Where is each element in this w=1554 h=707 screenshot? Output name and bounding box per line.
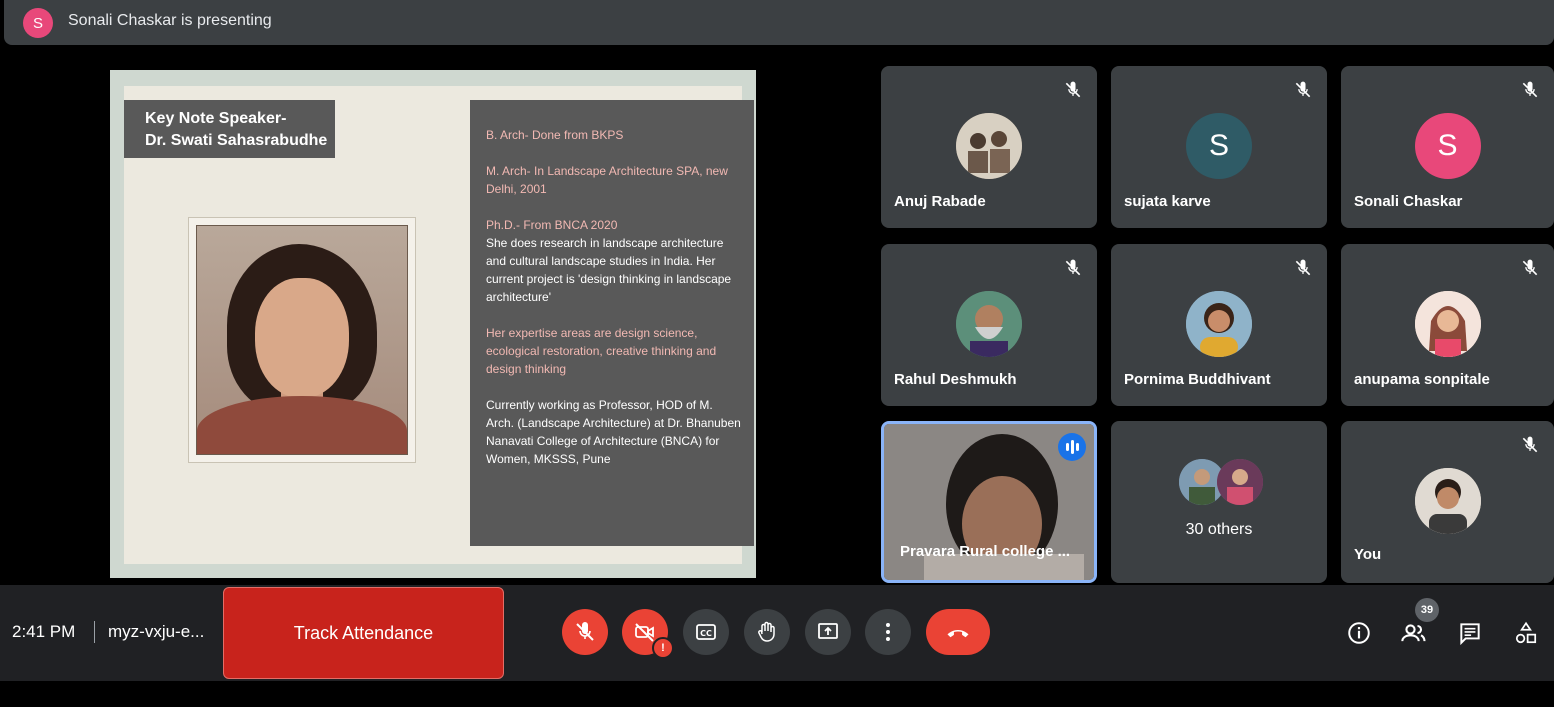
others-tile[interactable]: 30 others [1111,421,1327,583]
others-count: 30 others [1185,521,1253,538]
avatar [1186,291,1252,357]
participant-tile[interactable]: S Sonali Chaskar [1341,66,1554,228]
participant-name: Pornima Buddhivant [1124,371,1271,388]
hang-up-icon [947,629,969,638]
speaker-info-panel: B. Arch- Done from BKPS M. Arch- In Land… [470,100,754,546]
camera-toggle-button[interactable]: ! [622,609,674,659]
mic-toggle-button[interactable] [562,609,608,655]
people-button[interactable] [1400,619,1428,647]
speaker-name: Dr. Swati Sahasrabudhe [145,132,328,149]
participant-tile[interactable]: Rahul Deshmukh [881,244,1097,406]
info-current-position: Currently working as Professor, HOD of M… [486,398,741,466]
speaker-photo [196,225,408,455]
activities-button[interactable] [1512,619,1540,647]
captions-button[interactable]: CC [683,609,729,655]
meeting-controls-bar: 2:41 PM myz-vxju-e... Track Attendance !… [0,585,1554,681]
leave-call-button[interactable] [926,609,990,655]
mic-off-icon [1065,259,1081,276]
slide-content: Key Note Speaker- Dr. Swati Sahasrabudhe… [124,86,754,564]
participant-tile[interactable]: anupama sonpitale [1341,244,1554,406]
avatar [1414,468,1481,534]
speaking-indicator-icon [1058,433,1086,461]
avatar [956,291,1022,357]
participant-name: Rahul Deshmukh [894,371,1017,388]
info-expertise: Her expertise areas are design science, … [486,326,717,376]
captions-icon: CC [696,624,716,640]
chat-icon [1460,623,1480,646]
participant-tile[interactable]: Pornima Buddhivant [1111,244,1327,406]
mic-off-icon [576,622,594,641]
divider [94,621,95,643]
participant-tile[interactable]: Anuj Rabade [881,66,1097,228]
people-icon [1401,624,1426,642]
self-tile[interactable]: You [1341,421,1554,583]
avatar [1217,459,1263,505]
present-icon [818,623,838,639]
participant-name: You [1354,546,1382,563]
mic-off-icon [1522,436,1538,453]
presenter-avatar: S [23,8,53,38]
meeting-details-button[interactable] [1345,619,1373,647]
participant-name: Sonali Chaskar [1354,193,1463,210]
presentation-stage[interactable]: Key Note Speaker- Dr. Swati Sahasrabudhe… [4,70,862,578]
mic-off-icon [1295,81,1311,98]
participant-name: Pravara Rural college ... [900,543,1071,560]
speaker-title-box: Key Note Speaker- Dr. Swati Sahasrabudhe [124,100,335,158]
presentation-slide: Key Note Speaker- Dr. Swati Sahasrabudhe… [110,70,756,578]
avatar: S [1186,113,1252,179]
present-screen-button[interactable] [805,609,851,655]
mic-off-icon [1065,81,1081,98]
participant-name: sujata karve [1124,193,1211,210]
activities-icon [1515,621,1537,644]
speaker-photo-frame [188,217,416,463]
participant-name: anupama sonpitale [1354,371,1490,388]
info-research: She does research in landscape architect… [486,236,732,304]
warning-icon: ! [652,637,674,659]
chat-button[interactable] [1456,619,1484,647]
avatar [1414,291,1481,357]
track-attendance-button[interactable]: Track Attendance [223,587,504,679]
clock: 2:41 PM [12,622,76,641]
people-count-badge: 39 [1415,598,1439,622]
participant-name: Anuj Rabade [894,193,986,210]
mic-off-icon [1522,259,1538,276]
more-options-button[interactable] [865,609,911,655]
info-education-march: M. Arch- In Landscape Architecture SPA, … [486,164,728,196]
mic-off-icon [1522,81,1538,98]
avatar: S [1414,113,1481,179]
more-vert-icon [886,623,890,641]
raise-hand-button[interactable] [744,609,790,655]
info-icon [1348,622,1370,644]
info-education-barch: B. Arch- Done from BKPS [486,128,624,142]
meeting-code[interactable]: myz-vxju-e... [108,622,204,642]
svg-text:CC: CC [700,629,712,638]
hand-icon [758,621,775,642]
info-education-phd: Ph.D.- From BNCA 2020 [486,218,618,232]
participant-tile-active-speaker[interactable]: Pravara Rural college ... [881,421,1097,583]
mic-off-icon [1295,259,1311,276]
presenting-bar: S Sonali Chaskar is presenting [4,0,1554,45]
participant-tile[interactable]: S sujata karve [1111,66,1327,228]
speaker-title-line1: Key Note Speaker- [145,110,287,127]
presenting-label: Sonali Chaskar is presenting [68,12,272,29]
avatar [956,113,1022,179]
